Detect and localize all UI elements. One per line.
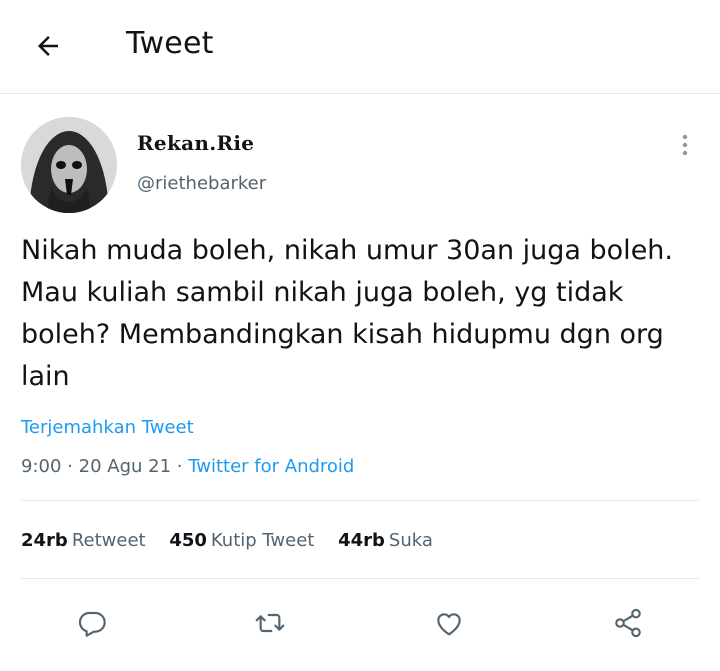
avatar[interactable] (21, 117, 117, 213)
top-bar: Tweet (0, 0, 720, 94)
divider (21, 578, 699, 579)
tweet-time[interactable]: 9:00 (21, 456, 61, 477)
tweet-meta: 9:00 · 20 Agu 21 · Twitter for Android (21, 456, 354, 477)
user-handle[interactable]: @riethebarker (137, 173, 266, 194)
avatar-image (21, 117, 117, 213)
retweets-label: Retweet (71, 530, 146, 551)
more-options-button[interactable] (672, 130, 698, 160)
likes-label: Suka (388, 530, 433, 551)
arrow-left-icon (38, 36, 58, 56)
back-button[interactable] (28, 26, 68, 66)
retweets-count: 24rb (21, 530, 68, 551)
divider (21, 500, 699, 501)
quotes-count: 450 (169, 530, 207, 551)
likes-stat[interactable]: 44rb Suka (338, 530, 433, 551)
share-button[interactable] (608, 603, 648, 643)
tweet-text: Nikah muda boleh, nikah umur 30an juga b… (21, 235, 673, 392)
more-vertical-icon (682, 134, 688, 156)
retweets-stat[interactable]: 24rb Retweet (21, 530, 146, 551)
meta-separator: · (67, 456, 73, 477)
display-name[interactable]: Rekan.Rie (137, 131, 254, 155)
like-icon (437, 613, 461, 636)
tweet-stats: 24rb Retweet 450 Kutip Tweet 44rb Suka (21, 530, 451, 551)
reply-button[interactable] (72, 603, 112, 643)
tweet-source-link[interactable]: Twitter for Android (188, 456, 354, 477)
share-icon (615, 608, 641, 638)
page-title: Tweet (126, 26, 214, 61)
quotes-label: Kutip Tweet (210, 530, 315, 551)
translate-tweet-link[interactable]: Terjemahkan Tweet (21, 417, 194, 438)
like-button[interactable] (429, 603, 469, 643)
reply-icon (78, 611, 106, 637)
retweet-icon (255, 613, 285, 633)
retweet-button[interactable] (250, 603, 290, 643)
meta-separator: · (176, 456, 183, 477)
quotes-stat[interactable]: 450 Kutip Tweet (169, 530, 314, 551)
likes-count: 44rb (338, 530, 385, 551)
tweet-date[interactable]: 20 Agu 21 (79, 456, 171, 477)
